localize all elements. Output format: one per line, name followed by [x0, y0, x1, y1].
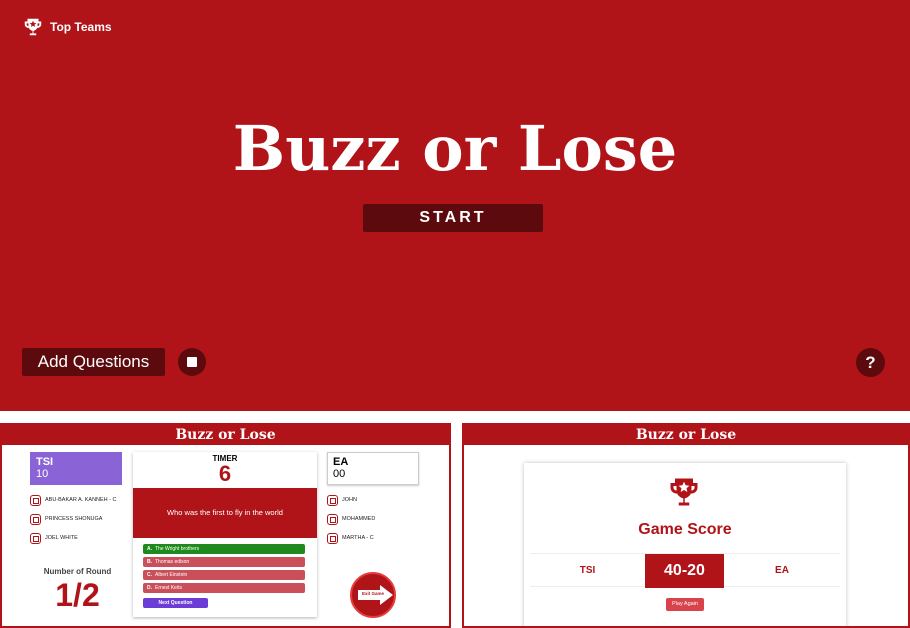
- question-card: TIMER 6 Who was the first to fly in the …: [133, 452, 317, 617]
- cube-icon: [30, 513, 41, 525]
- player-item: JOHN: [327, 491, 375, 509]
- team-a-card: TSI 10: [30, 452, 122, 485]
- team-b-name: EA: [333, 456, 349, 468]
- score-card: Game Score TSI 40-20 EA Play Again: [524, 463, 846, 626]
- score-panel: Buzz or Lose Game Score TSI 40-20 EA Pla…: [462, 423, 910, 628]
- team-b-score: 00: [333, 468, 346, 480]
- team-a-name: TSI: [36, 456, 54, 468]
- option-b[interactable]: B. Thomas edison: [143, 557, 305, 567]
- cube-icon: [30, 532, 41, 544]
- score-team-a: TSI: [579, 565, 596, 576]
- game-panel: Buzz or Lose TSI 10 ABU-BAKAR A. KANNEH …: [0, 423, 451, 628]
- game-title: Buzz or Lose: [232, 112, 678, 185]
- player-item: MOHAMMED: [327, 510, 375, 528]
- trophy-icon: [24, 18, 42, 36]
- game-score-heading: Game Score: [638, 521, 732, 538]
- score-team-b: EA: [775, 565, 789, 576]
- cube-icon: [327, 494, 338, 506]
- team-b-card: EA 00: [327, 452, 419, 485]
- timer-value: 6: [218, 461, 232, 486]
- team-a-players: ABU-BAKAR A. KANNEH - C PRINCESS SHONUGA…: [30, 491, 117, 548]
- score-row: TSI 40-20 EA: [530, 553, 840, 588]
- start-button[interactable]: START: [363, 204, 543, 232]
- player-item: ABU-BAKAR A. KANNEH - C: [30, 491, 117, 509]
- exit-game-button[interactable]: Exit Game: [350, 572, 396, 618]
- player-item: MARTHA - C: [327, 529, 375, 547]
- answer-options: A. The Wright brothers B. Thomas edison C.…: [143, 544, 305, 596]
- final-score: 40-20: [645, 554, 724, 588]
- start-screen: Top Teams Buzz or Lose START Add Questio…: [0, 0, 910, 411]
- exit-game-label: Exit Game: [361, 591, 384, 596]
- cube-icon: [327, 513, 338, 525]
- play-again-button[interactable]: Play Again: [666, 598, 704, 611]
- add-questions-button[interactable]: Add Questions: [22, 348, 165, 376]
- score-panel-title: Buzz or Lose: [464, 425, 908, 445]
- help-button[interactable]: ?: [856, 348, 885, 377]
- round-label: Number of Round: [43, 567, 112, 576]
- game-panel-title: Buzz or Lose: [2, 425, 449, 445]
- stop-icon: [187, 357, 197, 367]
- next-question-button[interactable]: Next Question: [143, 598, 208, 608]
- team-a-score: 10: [36, 468, 49, 480]
- option-d[interactable]: D. Ernest Keits: [143, 583, 305, 593]
- round-value: 1/2: [55, 577, 100, 613]
- player-item: PRINCESS SHONUGA: [30, 510, 117, 528]
- question-text: Who was the first to fly in the world: [133, 488, 317, 538]
- team-b-players: JOHN MOHAMMED MARTHA - C: [327, 491, 375, 548]
- trophy-icon: [670, 478, 698, 506]
- top-teams-label: Top Teams: [50, 20, 112, 34]
- top-teams-link[interactable]: Top Teams: [22, 16, 112, 38]
- cube-icon: [327, 532, 338, 544]
- option-c[interactable]: C. Albert Einstein: [143, 570, 305, 580]
- cube-icon: [30, 494, 41, 506]
- option-a[interactable]: A. The Wright brothers: [143, 544, 305, 554]
- stop-button[interactable]: [178, 348, 206, 376]
- player-item: JOEL WHITE: [30, 529, 117, 547]
